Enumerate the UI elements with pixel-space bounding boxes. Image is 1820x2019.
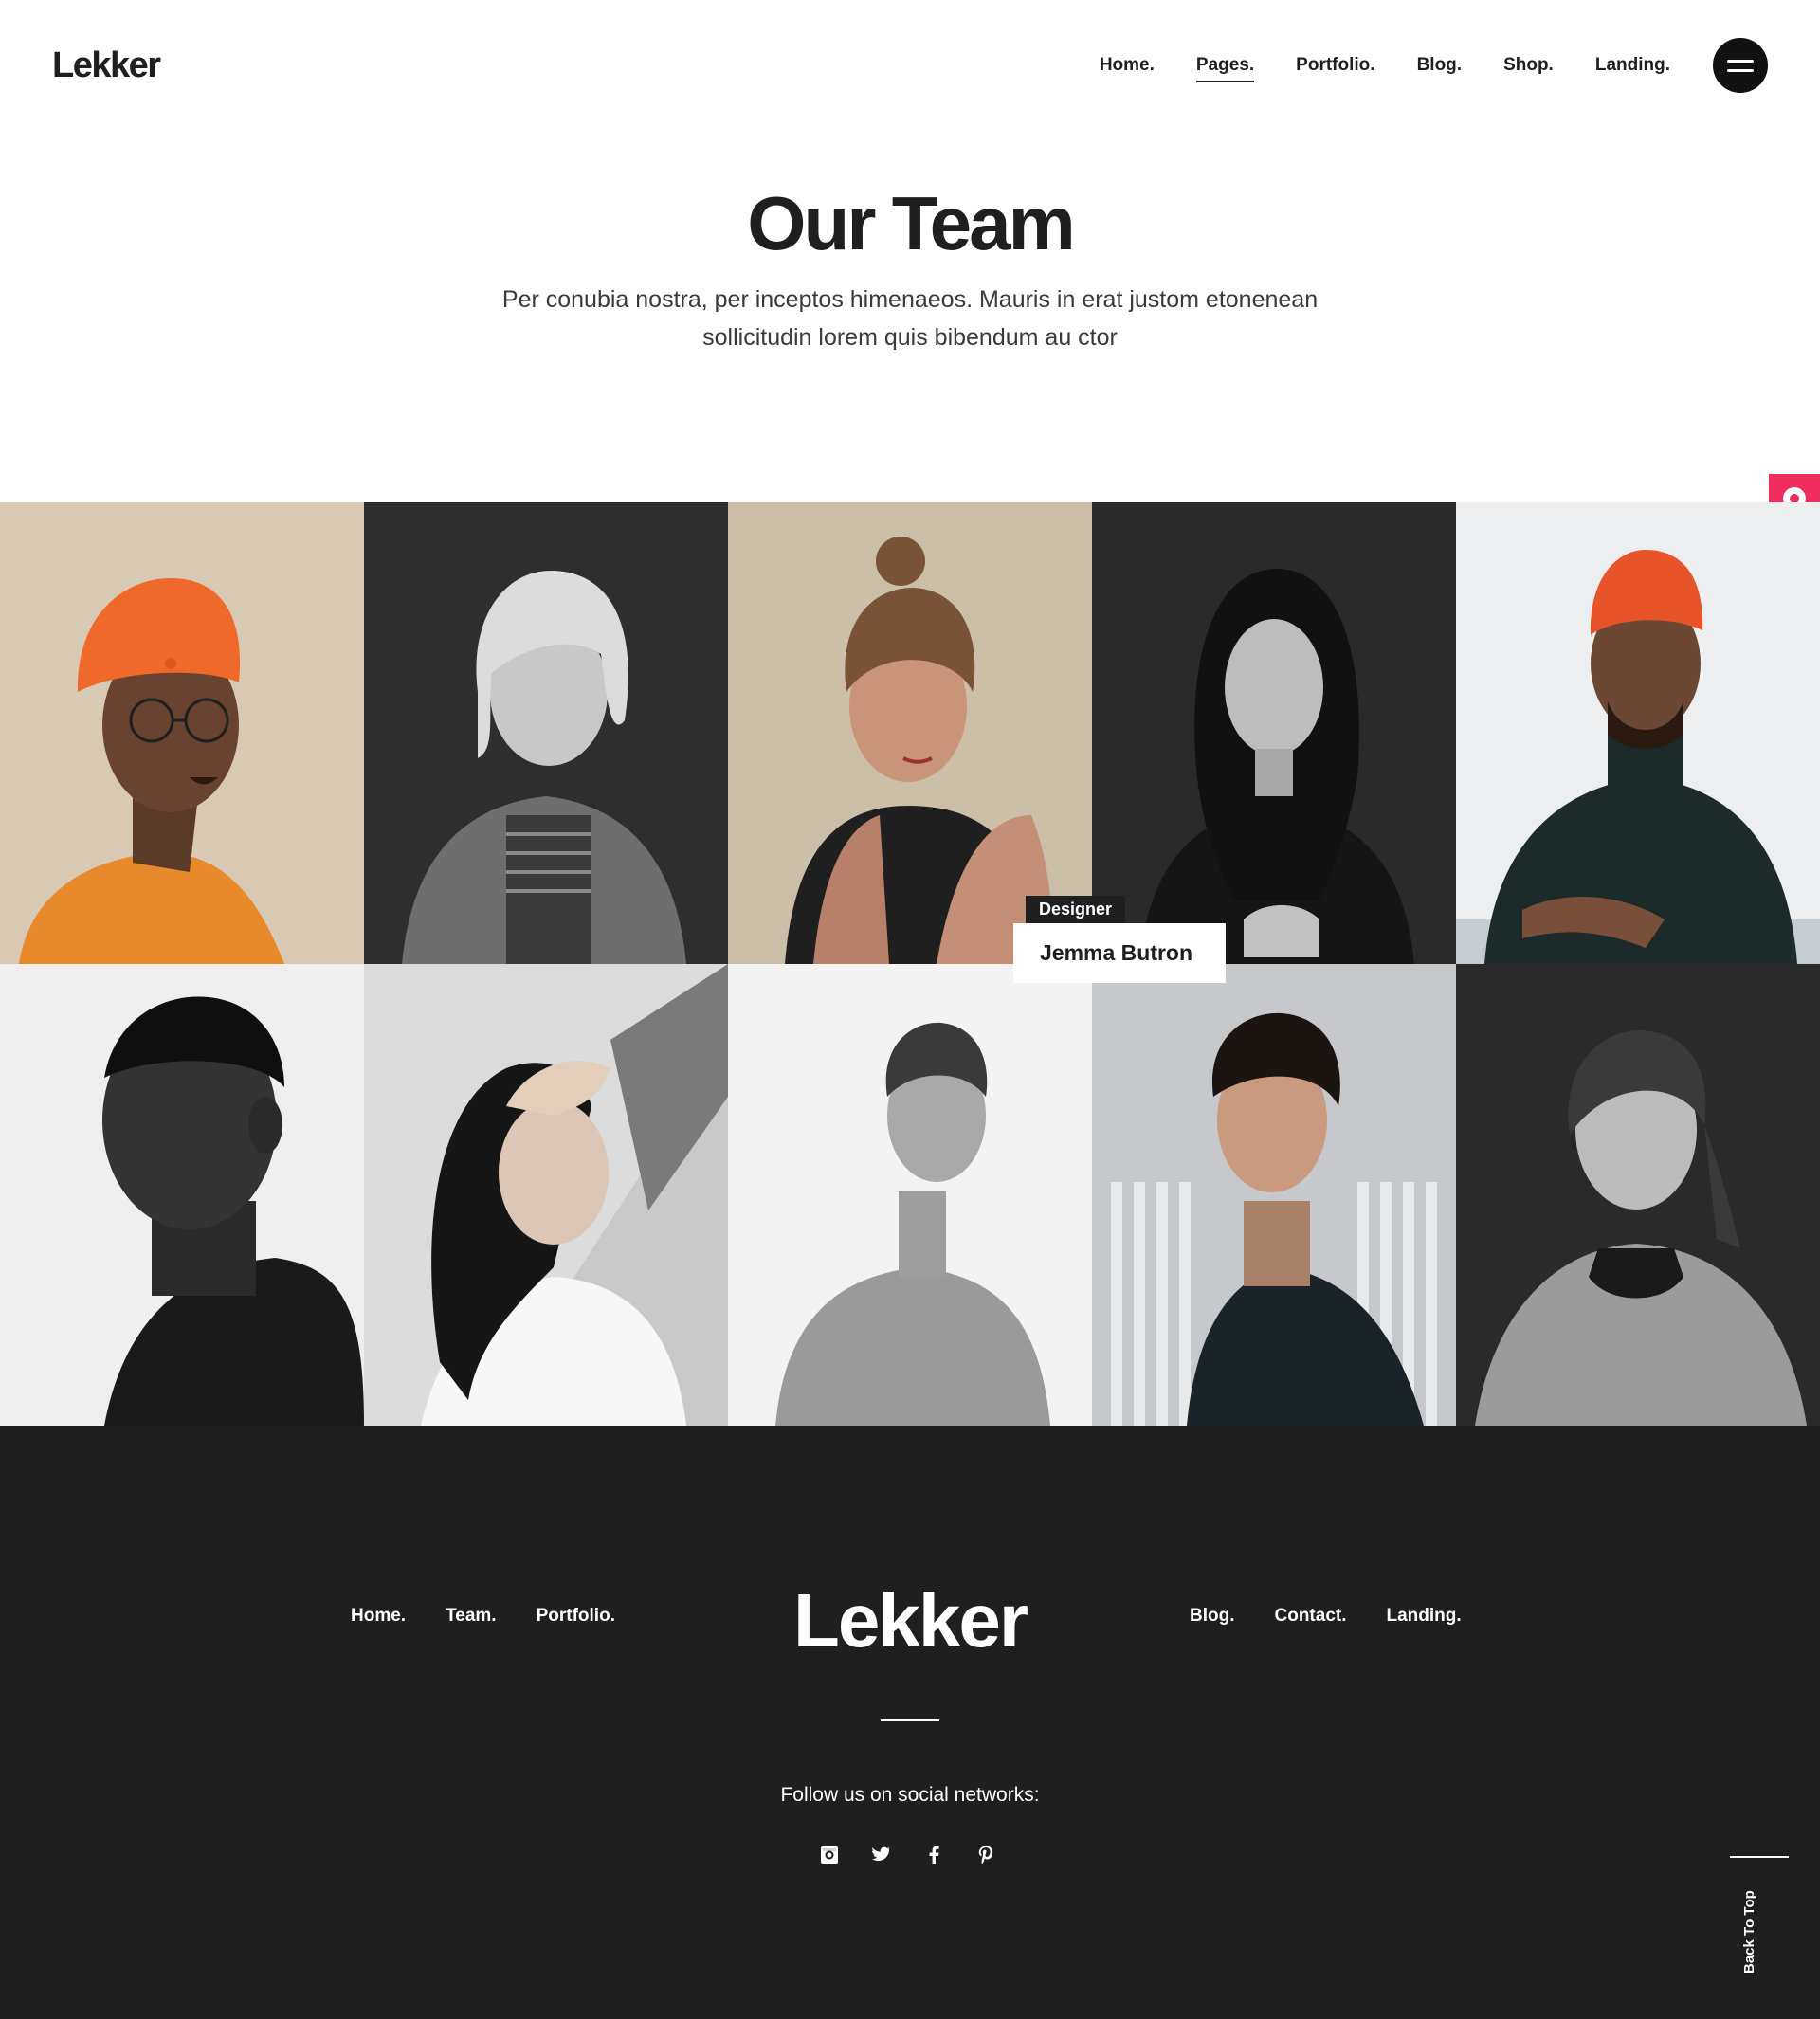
site-logo[interactable]: Lekker — [52, 45, 161, 86]
team-member-photo-1[interactable] — [0, 502, 364, 964]
facebook-icon[interactable] — [923, 1845, 944, 1865]
team-member-photo-7[interactable] — [364, 964, 728, 1426]
footer-link-blog[interactable]: Blog. — [1190, 1606, 1235, 1627]
team-member-photo-2[interactable] — [364, 502, 728, 964]
nav-item-home[interactable]: Home. — [1100, 55, 1155, 81]
follow-text: Follow us on social networks: — [780, 1784, 1040, 1806]
main-nav: Home. Pages. Portfolio. Blog. Shop. Land… — [1100, 55, 1670, 82]
footer-link-landing[interactable]: Landing. — [1387, 1606, 1462, 1627]
intro-line-2: sollicitudin lorem quis bibendum au ctor — [702, 324, 1118, 351]
page-intro: Per conubia nostra, per inceptos himenae… — [436, 281, 1384, 356]
social-links — [819, 1845, 996, 1865]
nav-item-blog[interactable]: Blog. — [1417, 55, 1463, 81]
back-to-top-line — [1730, 1856, 1789, 1858]
footer-link-contact[interactable]: Contact. — [1275, 1606, 1347, 1627]
footer-divider — [881, 1719, 939, 1721]
team-grid — [0, 502, 1820, 1426]
member-name[interactable]: Jemma Butron — [1013, 923, 1226, 983]
team-member-photo-10[interactable] — [1456, 964, 1820, 1426]
twitter-icon[interactable] — [871, 1845, 892, 1865]
nav-item-pages[interactable]: Pages. — [1195, 55, 1255, 82]
nav-item-landing[interactable]: Landing. — [1595, 55, 1670, 81]
back-to-top[interactable]: Back To Top — [1730, 1856, 1789, 1989]
site-header: Lekker Home. Pages. Portfolio. Blog. Sho… — [0, 0, 1820, 133]
intro-line-1: Per conubia nostra, per inceptos himenae… — [501, 286, 1319, 313]
footer-logo[interactable]: Lekker — [0, 1577, 1820, 1664]
member-role: Designer — [1026, 896, 1126, 923]
site-footer: Home. Team. Portfolio. Lekker Blog. Cont… — [0, 1426, 1820, 2019]
team-member-photo-8[interactable] — [728, 964, 1092, 1426]
back-to-top-label: Back To Top — [1741, 1890, 1757, 1974]
hamburger-icon[interactable] — [1713, 38, 1768, 93]
nav-item-portfolio[interactable]: Portfolio. — [1296, 55, 1374, 81]
footer-nav-right: Blog. Contact. Landing. — [1190, 1606, 1462, 1627]
instagram-icon[interactable] — [819, 1845, 840, 1865]
team-member-photo-4[interactable] — [1092, 502, 1456, 964]
team-member-photo-9[interactable] — [1092, 964, 1456, 1426]
team-member-photo-3[interactable] — [728, 502, 1092, 964]
member-hover-card[interactable]: Designer Jemma Butron — [1013, 896, 1226, 983]
team-member-photo-6[interactable] — [0, 964, 364, 1426]
nav-item-shop[interactable]: Shop. — [1503, 55, 1554, 81]
team-member-photo-5[interactable] — [1456, 502, 1820, 964]
pinterest-icon[interactable] — [975, 1845, 996, 1865]
page-title: Our Team — [747, 181, 1076, 265]
